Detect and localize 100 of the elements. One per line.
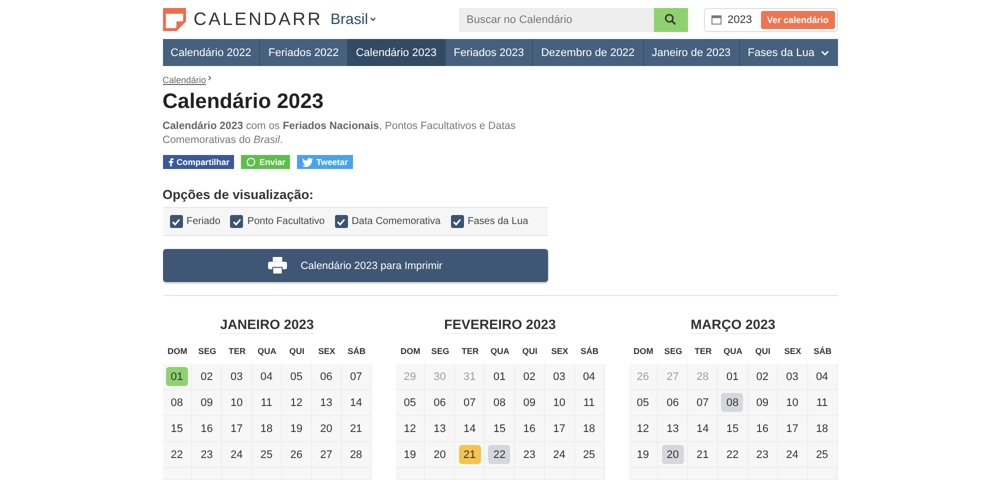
day-number[interactable]: 28 <box>345 445 368 464</box>
day-number[interactable]: 21 <box>692 445 714 464</box>
day-number[interactable]: 23 <box>518 445 540 464</box>
option-label[interactable]: Ponto Facultativo <box>247 216 325 227</box>
day-number[interactable]: 07 <box>692 393 714 412</box>
day-number[interactable]: 11 <box>255 393 278 412</box>
day-number[interactable]: 17 <box>781 419 804 438</box>
day-number[interactable]: 17 <box>548 419 570 438</box>
nav-tab[interactable]: Feriados 2023 <box>446 39 534 66</box>
day-number[interactable]: 15 <box>488 419 510 438</box>
day-number[interactable]: 01 <box>721 367 744 386</box>
nav-tab[interactable]: Janeiro de 2023 <box>644 39 740 66</box>
day-number[interactable]: 09 <box>196 393 218 412</box>
nav-tab[interactable]: Calendário 2023 <box>348 39 446 66</box>
day-number[interactable]: 10 <box>781 393 804 412</box>
day-number[interactable]: 02 <box>751 367 774 386</box>
day-number[interactable]: 04 <box>255 367 278 386</box>
day-number[interactable]: 26 <box>285 445 308 464</box>
day-number[interactable]: 03 <box>781 367 804 386</box>
checkbox[interactable] <box>334 215 348 228</box>
day-number[interactable]: 21 <box>345 419 368 438</box>
day-number[interactable]: 14 <box>692 419 714 438</box>
day-number[interactable]: 08 <box>166 393 188 412</box>
print-button[interactable]: Calendário 2023 para Imprimir <box>162 249 548 282</box>
day-number[interactable]: 21 <box>458 445 481 464</box>
day-number[interactable]: 27 <box>315 445 338 464</box>
day-number[interactable]: 13 <box>428 419 451 438</box>
day-number[interactable]: 02 <box>518 367 540 386</box>
day-number[interactable]: 04 <box>578 367 600 386</box>
day-number[interactable]: 03 <box>548 367 570 386</box>
day-number[interactable]: 15 <box>166 419 188 438</box>
day-number[interactable]: 25 <box>811 445 834 464</box>
day-number[interactable]: 05 <box>285 367 308 386</box>
day-number[interactable]: 24 <box>781 445 804 464</box>
breadcrumb-link[interactable]: Calendário <box>162 75 206 85</box>
day-number[interactable]: 02 <box>196 367 218 386</box>
day-number[interactable]: 03 <box>226 367 248 386</box>
day-number[interactable]: 19 <box>285 419 308 438</box>
checkbox[interactable] <box>230 215 244 228</box>
day-number[interactable]: 22 <box>721 445 744 464</box>
day-number[interactable]: 20 <box>315 419 338 438</box>
day-number[interactable]: 16 <box>518 419 540 438</box>
day-number[interactable]: 12 <box>285 393 308 412</box>
day-number[interactable]: 15 <box>721 419 744 438</box>
day-number[interactable]: 19 <box>398 445 421 464</box>
option-label[interactable]: Fases da Lua <box>468 216 528 227</box>
day-number[interactable]: 22 <box>488 445 510 464</box>
day-number[interactable]: 19 <box>632 445 654 464</box>
day-number[interactable]: 22 <box>166 445 188 464</box>
day-number[interactable]: 24 <box>226 445 248 464</box>
checkbox[interactable] <box>170 215 182 228</box>
search-button[interactable] <box>654 8 688 32</box>
logo-icon[interactable] <box>162 8 186 31</box>
nav-tab[interactable]: Fases da Lua <box>740 39 838 66</box>
day-number[interactable]: 12 <box>398 419 421 438</box>
year-field[interactable]: 2023 <box>728 14 755 26</box>
day-number[interactable]: 11 <box>811 393 834 412</box>
day-number[interactable]: 06 <box>315 367 338 386</box>
logo-text[interactable]: CALENDARR <box>194 9 323 30</box>
day-number[interactable]: 17 <box>226 419 248 438</box>
day-number[interactable]: 05 <box>398 393 421 412</box>
day-number[interactable]: 08 <box>488 393 510 412</box>
day-number[interactable]: 07 <box>458 393 481 412</box>
day-number[interactable]: 01 <box>488 367 510 386</box>
day-number[interactable]: 13 <box>315 393 338 412</box>
day-number[interactable]: 18 <box>811 419 834 438</box>
day-number[interactable]: 16 <box>751 419 774 438</box>
day-number[interactable]: 24 <box>548 445 570 464</box>
search-field[interactable]: Buscar no Calendário <box>458 8 654 32</box>
day-number[interactable]: 08 <box>721 393 744 412</box>
day-number[interactable]: 13 <box>662 419 684 438</box>
day-number[interactable]: 10 <box>226 393 248 412</box>
country-selector[interactable]: Brasil <box>330 11 376 28</box>
day-number[interactable]: 06 <box>428 393 451 412</box>
day-number[interactable]: 23 <box>196 445 218 464</box>
day-number[interactable]: 06 <box>662 393 684 412</box>
nav-tab[interactable]: Calendário 2022 <box>162 39 260 66</box>
day-number[interactable]: 20 <box>662 445 684 464</box>
day-number[interactable]: 09 <box>751 393 774 412</box>
day-number[interactable]: 09 <box>518 393 540 412</box>
day-number[interactable]: 14 <box>345 393 368 412</box>
day-number[interactable]: 18 <box>255 419 278 438</box>
day-number[interactable]: 16 <box>196 419 218 438</box>
day-number[interactable]: 07 <box>345 367 368 386</box>
day-number[interactable]: 25 <box>578 445 600 464</box>
share-button[interactable]: Compartilhar <box>162 155 234 169</box>
day-number[interactable]: 25 <box>255 445 278 464</box>
option-label[interactable]: Data Comemorativa <box>352 216 441 227</box>
day-number[interactable]: 10 <box>548 393 570 412</box>
option-label[interactable]: Feriado <box>186 216 220 227</box>
nav-tab[interactable]: Dezembro de 2022 <box>533 39 644 66</box>
day-number[interactable]: 12 <box>632 419 654 438</box>
day-number[interactable]: 04 <box>811 367 834 386</box>
day-number[interactable]: 23 <box>751 445 774 464</box>
day-number[interactable]: 18 <box>578 419 600 438</box>
day-number[interactable]: 01 <box>166 367 188 386</box>
day-number[interactable]: 05 <box>632 393 654 412</box>
day-number[interactable]: 11 <box>578 393 600 412</box>
checkbox[interactable] <box>450 215 464 228</box>
day-number[interactable]: 20 <box>428 445 451 464</box>
